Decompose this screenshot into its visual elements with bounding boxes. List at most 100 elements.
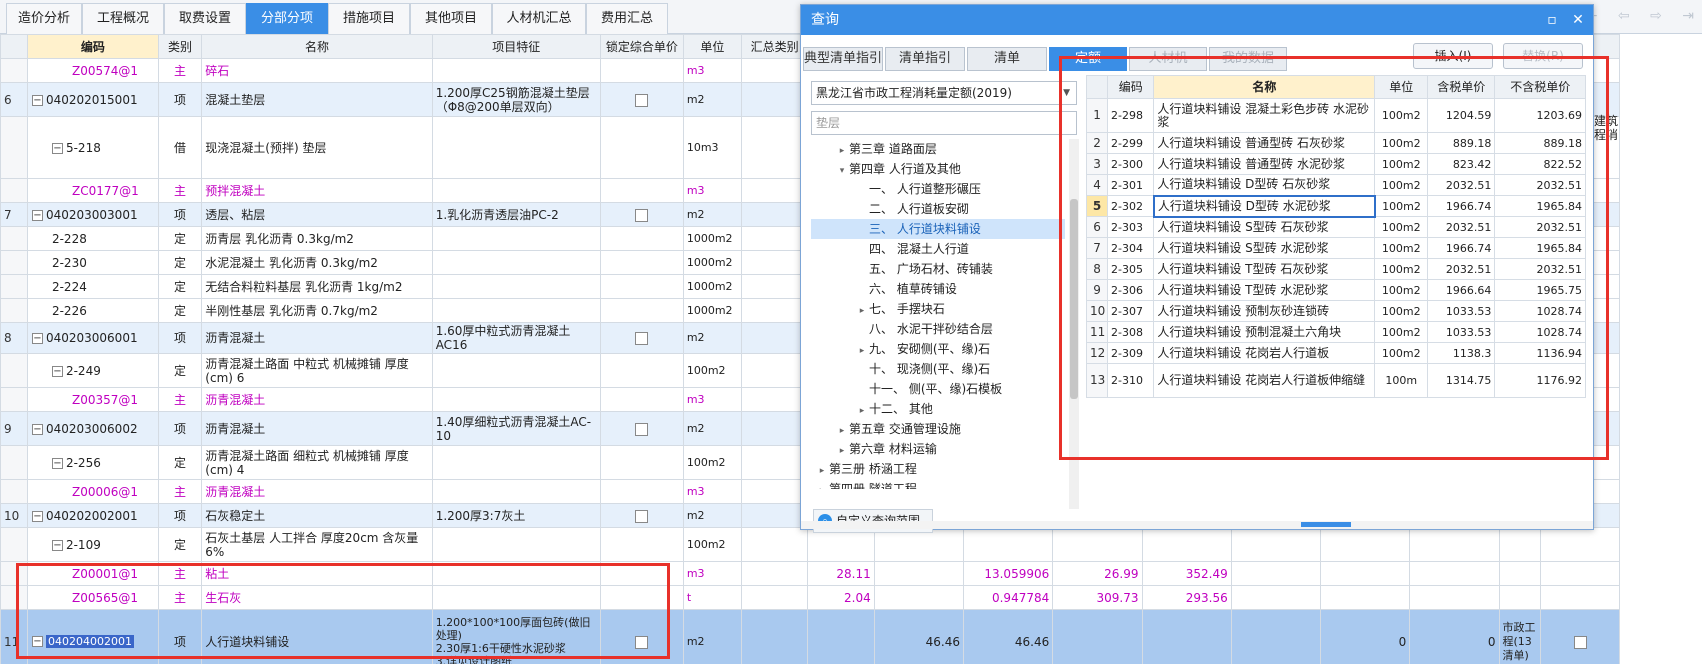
row-number[interactable] [0,479,28,504]
cell-unit[interactable]: m2 [682,202,742,227]
cell-unit[interactable]: 1000m2 [682,250,742,275]
lock-price-checkbox[interactable] [635,422,649,436]
cell-name[interactable]: 混凝土垫层 [201,82,433,117]
cell-summary-category[interactable] [740,561,809,586]
cell-project-type[interactable] [1498,585,1541,610]
cell-value-5[interactable]: 0 [1319,609,1411,664]
cell-code[interactable]: −040202002001 [26,503,159,528]
cell-feature[interactable] [431,116,601,179]
dialog-tab-bill-guide[interactable]: 清单指引 [885,47,965,71]
cell-summary-category[interactable] [740,445,809,480]
expanded-arrow-icon[interactable]: ▾ [835,161,849,181]
cell-value-5[interactable] [1319,527,1411,562]
cell-lock-price[interactable] [599,387,684,412]
dialog-tab-typical-guide[interactable]: 典型清单指引 [803,47,883,71]
row-number[interactable] [0,116,28,179]
cell-value-2[interactable] [962,527,1054,562]
tree-node[interactable]: ▾ 第四章 人行道及其他 [811,159,1065,179]
nav-arrows[interactable]: ⇤ ⇦ ⇨ ⇥ [1586,8,1702,28]
header-feature[interactable]: 项目特征 [431,34,601,59]
cell-value-1[interactable]: 46.46 [873,609,965,664]
cell-checkbox[interactable] [1540,527,1620,562]
collapse-icon[interactable]: − [31,333,43,344]
cell-code[interactable]: −040203003001 [26,202,159,227]
cell-lock-price[interactable] [599,250,684,275]
cell-code[interactable]: 2-226 [26,298,159,323]
cell-code[interactable]: Z00357@1 [26,387,159,412]
cell-feature[interactable]: 1.乳化沥青透层油PC-2 [431,202,601,227]
cell-lock-price[interactable] [599,82,684,117]
collapsed-arrow-icon[interactable]: ▸ [855,301,869,321]
cell-project-type[interactable] [1498,561,1541,586]
cell-unit[interactable]: 1000m2 [682,298,742,323]
cell-code[interactable]: 2-228 [26,226,159,251]
cell-unit[interactable]: 1000m2 [682,274,742,299]
cell-feature[interactable]: 1.200厚3:7灰土 [431,503,601,528]
cell-unit[interactable]: 100m2 [682,353,742,388]
tab-labor-material-summary[interactable]: 人材机汇总 [492,3,586,34]
cell-summary-category[interactable] [740,585,809,610]
tree-node[interactable]: 十、 现浇侧(平、缘)石 [811,359,1065,379]
cell-summary-category[interactable] [740,226,809,251]
cell-feature[interactable] [431,226,601,251]
cell-extra[interactable] [807,609,875,664]
cell-value-3[interactable]: 26.99 [1052,561,1143,586]
cell-lock-price[interactable] [599,411,684,446]
cell-code[interactable]: −5-218 [26,116,159,179]
tab-fee-summary[interactable]: 费用汇总 [586,3,668,34]
cell-name[interactable]: 无结合料粒料基层 乳化沥青 1kg/m2 [201,274,433,299]
row-number[interactable]: 6 [0,82,28,117]
cell-value-3[interactable]: 309.73 [1052,585,1143,610]
cell-category[interactable]: 项 [157,411,203,446]
cell-unit[interactable]: 10m3 [682,116,742,179]
tab-fee-settings[interactable]: 取费设置 [164,3,246,34]
row-number[interactable] [0,387,28,412]
cell-value-1[interactable]: 28.11 [807,561,875,586]
cell-name[interactable]: 半刚性基层 乳化沥青 0.7kg/m2 [201,298,433,323]
cell-lock-price[interactable] [599,178,684,203]
row-number[interactable]: 7 [0,202,28,227]
tree-node[interactable]: 五、 广场石材、砖铺装 [811,259,1065,279]
cell-feature[interactable] [431,274,601,299]
cell-category[interactable]: 定 [157,353,203,388]
cell-category[interactable]: 定 [157,250,203,275]
cell-summary-category[interactable] [740,178,809,203]
cell-value-4[interactable] [1141,527,1232,562]
cell-lock-price[interactable] [599,322,684,354]
cell-extra[interactable] [873,585,965,610]
cell-category[interactable]: 主 [157,178,203,203]
cell-value-4[interactable]: 352.49 [1141,561,1232,586]
tree-node[interactable]: ▸ 第五章 交通管理设施 [811,419,1065,439]
cell-code[interactable]: −2-249 [26,353,159,388]
cell-feature[interactable] [431,445,601,480]
cell-category[interactable]: 定 [157,445,203,480]
collapsed-arrow-icon[interactable]: ▸ [835,141,849,161]
tab-measures[interactable]: 措施项目 [328,3,410,34]
cell-lock-price[interactable] [599,353,684,388]
cell-name[interactable]: 石灰土基层 人工拌合 厚度20cm 含灰量6% [201,527,433,562]
cell-summary-category[interactable] [740,353,809,388]
cell-summary-category[interactable] [740,116,809,179]
cell-code[interactable]: −2-256 [26,445,159,480]
cell-feature[interactable] [431,58,601,83]
cell-extra[interactable] [1230,527,1322,562]
cell-category[interactable]: 项 [157,503,203,528]
cell-lock-price[interactable] [599,479,684,504]
cell-feature[interactable] [431,298,601,323]
tree-node[interactable]: ▸ 第六章 材料运输 [811,439,1065,459]
cell-unit[interactable]: m3 [682,479,742,504]
tab-cost-analysis[interactable]: 造价分析 [6,3,82,34]
collapse-icon[interactable]: − [31,94,43,106]
cell-name[interactable]: 现浇混凝土(预拌) 垫层 [201,116,433,179]
quota-library-select[interactable]: 黑龙江省市政工程消耗量定额(2019) ▼ [811,81,1077,105]
cell-value-6[interactable] [1409,527,1500,562]
cell-lock-price[interactable] [599,58,684,83]
cell-feature[interactable]: 1.200厚C25钢筋混凝土垫层（Φ8@200单层双向） [431,82,601,117]
cell-name[interactable]: 沥青混凝土 [201,479,433,504]
cell-summary-category[interactable] [740,609,809,664]
cell-summary-category[interactable] [740,82,809,117]
collapsed-arrow-icon[interactable]: ▸ [835,421,849,441]
cell-name[interactable]: 预拌混凝土 [201,178,433,203]
cell-unit[interactable]: m2 [682,609,742,664]
cell-category[interactable]: 主 [157,479,203,504]
